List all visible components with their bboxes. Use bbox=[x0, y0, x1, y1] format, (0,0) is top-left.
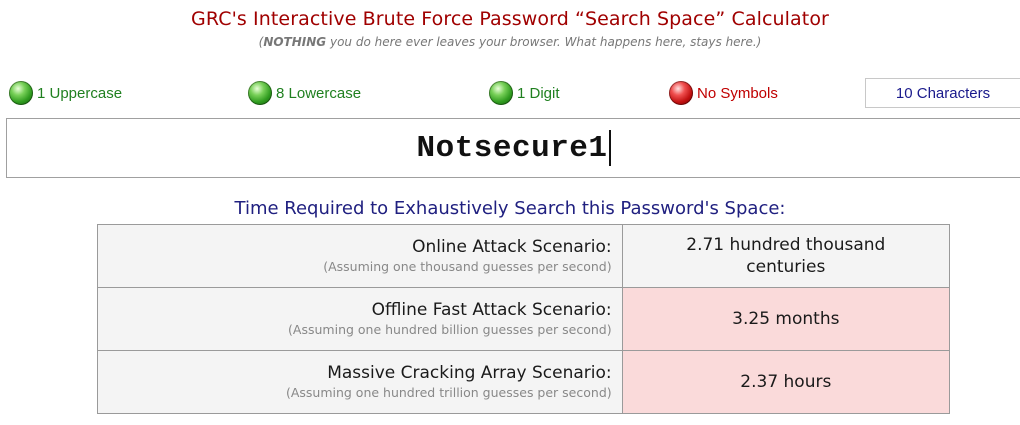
character-count: 10 Characters bbox=[865, 78, 1020, 108]
text-cursor bbox=[608, 130, 611, 166]
green-status-icon bbox=[9, 81, 33, 105]
digit-indicator: 1 Digit bbox=[489, 78, 560, 108]
green-status-icon bbox=[248, 81, 272, 105]
scenario-label-cell: Online Attack Scenario: (Assuming one th… bbox=[97, 224, 623, 288]
red-status-icon bbox=[669, 81, 693, 105]
scenario-label-cell: Offline Fast Attack Scenario: (Assuming … bbox=[97, 287, 623, 351]
uppercase-label: 1 Uppercase bbox=[37, 84, 123, 102]
lowercase-label: 8 Lowercase bbox=[276, 84, 362, 102]
scenario-name: Massive Cracking Array Scenario: bbox=[327, 363, 612, 383]
subtitle-text: you do here ever leaves your browser. Wh… bbox=[326, 35, 762, 49]
table-row: Online Attack Scenario: (Assuming one th… bbox=[97, 224, 951, 288]
uppercase-indicator: 1 Uppercase bbox=[9, 78, 122, 108]
page-title: GRC's Interactive Brute Force Password “… bbox=[191, 8, 829, 30]
result-line: centuries bbox=[746, 257, 826, 277]
digit-label: 1 Digit bbox=[517, 84, 560, 102]
table-row: Offline Fast Attack Scenario: (Assuming … bbox=[97, 287, 951, 351]
scenario-assumption: (Assuming one hundred billion guesses pe… bbox=[288, 322, 612, 337]
scenario-name: Online Attack Scenario: bbox=[412, 237, 612, 257]
time-heading: Time Required to Exhaustively Search thi… bbox=[234, 198, 786, 219]
password-input[interactable]: Notsecure1 bbox=[6, 118, 1020, 178]
table-row: Massive Cracking Array Scenario: (Assumi… bbox=[97, 350, 951, 414]
result-line: 3.25 months bbox=[732, 309, 840, 329]
scenario-result: 3.25 months bbox=[621, 287, 951, 351]
scenario-result: 2.71 hundred thousand centuries bbox=[621, 224, 951, 288]
results-table: Online Attack Scenario: (Assuming one th… bbox=[97, 224, 951, 414]
result-line: 2.37 hours bbox=[740, 372, 832, 392]
lowercase-indicator: 8 Lowercase bbox=[248, 78, 361, 108]
subtitle-emphasis: NOTHING bbox=[263, 35, 327, 49]
scenario-assumption: (Assuming one thousand guesses per secon… bbox=[323, 259, 612, 274]
scenario-label-cell: Massive Cracking Array Scenario: (Assumi… bbox=[97, 350, 623, 414]
green-status-icon bbox=[489, 81, 513, 105]
scenario-result: 2.37 hours bbox=[621, 350, 951, 414]
symbols-indicator: No Symbols bbox=[669, 78, 778, 108]
scenario-name: Offline Fast Attack Scenario: bbox=[371, 300, 612, 320]
page-subtitle: (NOTHING you do here ever leaves your br… bbox=[0, 34, 1020, 50]
password-value: Notsecure1 bbox=[416, 130, 608, 166]
symbols-label: No Symbols bbox=[697, 84, 778, 102]
scenario-assumption: (Assuming one hundred trillion guesses p… bbox=[285, 385, 612, 400]
result-line: 2.71 hundred thousand bbox=[686, 235, 886, 255]
